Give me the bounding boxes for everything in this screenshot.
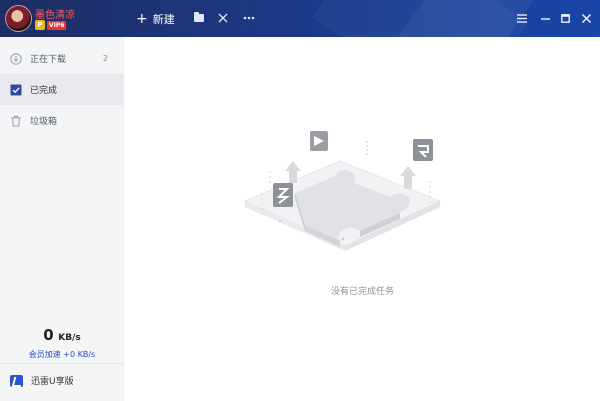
plus-icon: + xyxy=(136,11,148,27)
new-task-label: 新建 xyxy=(152,13,175,26)
download-icon xyxy=(10,52,22,65)
maximize-icon[interactable] xyxy=(557,10,573,26)
sidebar-item-completed[interactable]: 已完成 xyxy=(0,74,124,105)
trash-icon xyxy=(11,115,21,126)
close-icon[interactable] xyxy=(578,10,594,26)
main-panel: 没有已完成任务 xyxy=(125,37,600,401)
sidebar-item-downloading[interactable]: 正在下载 2 xyxy=(0,43,124,74)
vip-level: VIP6 xyxy=(47,20,67,30)
download-speed: 0 KB/s xyxy=(0,325,124,344)
thunder-logo-icon xyxy=(10,374,23,387)
sidebar-item-label: 正在下载 xyxy=(30,55,67,65)
menu-icon[interactable] xyxy=(514,10,530,26)
speed-value: 0 xyxy=(43,326,54,344)
empty-state-message: 没有已完成任务 xyxy=(330,287,394,297)
folder-icon[interactable] xyxy=(191,10,207,26)
avatar[interactable] xyxy=(5,5,32,32)
more-icon[interactable] xyxy=(241,10,257,26)
member-boost-link[interactable]: 会员加速 +0 KB/s xyxy=(0,349,124,360)
sidebar-item-label: 垃圾箱 xyxy=(30,117,58,127)
vip-badge: P VIP6 xyxy=(35,20,67,30)
clear-icon[interactable] xyxy=(215,10,231,26)
minimize-icon[interactable] xyxy=(537,10,553,26)
download-count: 2 xyxy=(102,54,108,63)
u-edition-button[interactable]: 迅雷U享版 xyxy=(10,374,74,387)
title-bar: 墨色清凉 P VIP6 + 新建 xyxy=(0,0,600,37)
divider xyxy=(0,363,124,364)
check-icon xyxy=(10,84,22,95)
username[interactable]: 墨色清凉 xyxy=(35,6,75,21)
sidebar-item-trash[interactable]: 垃圾箱 xyxy=(0,105,124,136)
sidebar-item-label: 已完成 xyxy=(30,86,58,96)
u-edition-label: 迅雷U享版 xyxy=(31,377,74,387)
sidebar: 正在下载 2 已完成 垃圾箱 0 KB/s 会员加速 +0 KB/s 迅雷U享版 xyxy=(0,37,124,401)
new-task-button[interactable]: + 新建 xyxy=(136,10,175,28)
vip-p-icon: P xyxy=(35,20,45,30)
empty-state-illustration xyxy=(243,131,442,251)
speed-unit: KB/s xyxy=(58,333,81,343)
